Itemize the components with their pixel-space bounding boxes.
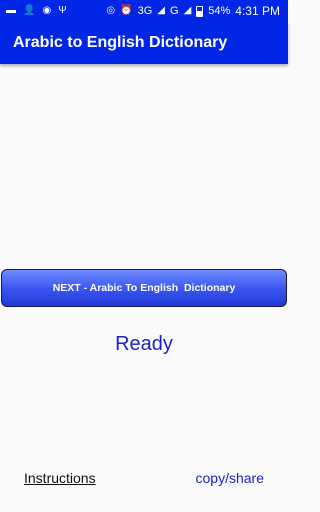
signal-3g-icon: ◢ xyxy=(157,5,165,16)
signal-g-icon: ◢ xyxy=(183,5,192,16)
alarm-icon: ⏰ xyxy=(120,5,133,16)
usb-icon: Ψ xyxy=(58,5,67,16)
status-right-icons: ◎ ⏰ 3G ◢ G ◢ 54% 4:31 PM xyxy=(106,4,288,18)
clock: 4:31 PM xyxy=(235,4,280,18)
battery-icon xyxy=(196,5,204,17)
network-g-label: G xyxy=(170,5,179,17)
battery-percent: 54% xyxy=(208,5,231,17)
person-add-icon: 👤 xyxy=(23,5,36,16)
hotspot-icon: ◎ xyxy=(106,5,116,16)
message-icon: ▬ xyxy=(6,5,16,16)
status-text: Ready xyxy=(115,333,173,355)
status-bar: ▬ 👤 ◉ Ψ ◎ ⏰ 3G ◢ G ◢ 54% 4:31 PM xyxy=(0,0,288,22)
app-title: Arabic to English Dictionary xyxy=(13,34,228,51)
status-left-icons: ▬ 👤 ◉ Ψ xyxy=(0,6,67,16)
app-bar: Arabic to English Dictionary xyxy=(0,22,288,64)
hd-icon: ◉ xyxy=(42,5,52,16)
copy-share-link[interactable]: copy/share xyxy=(196,470,264,486)
next-button[interactable]: NEXT - Arabic To English Dictionary xyxy=(1,269,287,307)
network-3g-label: 3G xyxy=(137,5,153,17)
instructions-link[interactable]: Instructions xyxy=(24,470,96,486)
